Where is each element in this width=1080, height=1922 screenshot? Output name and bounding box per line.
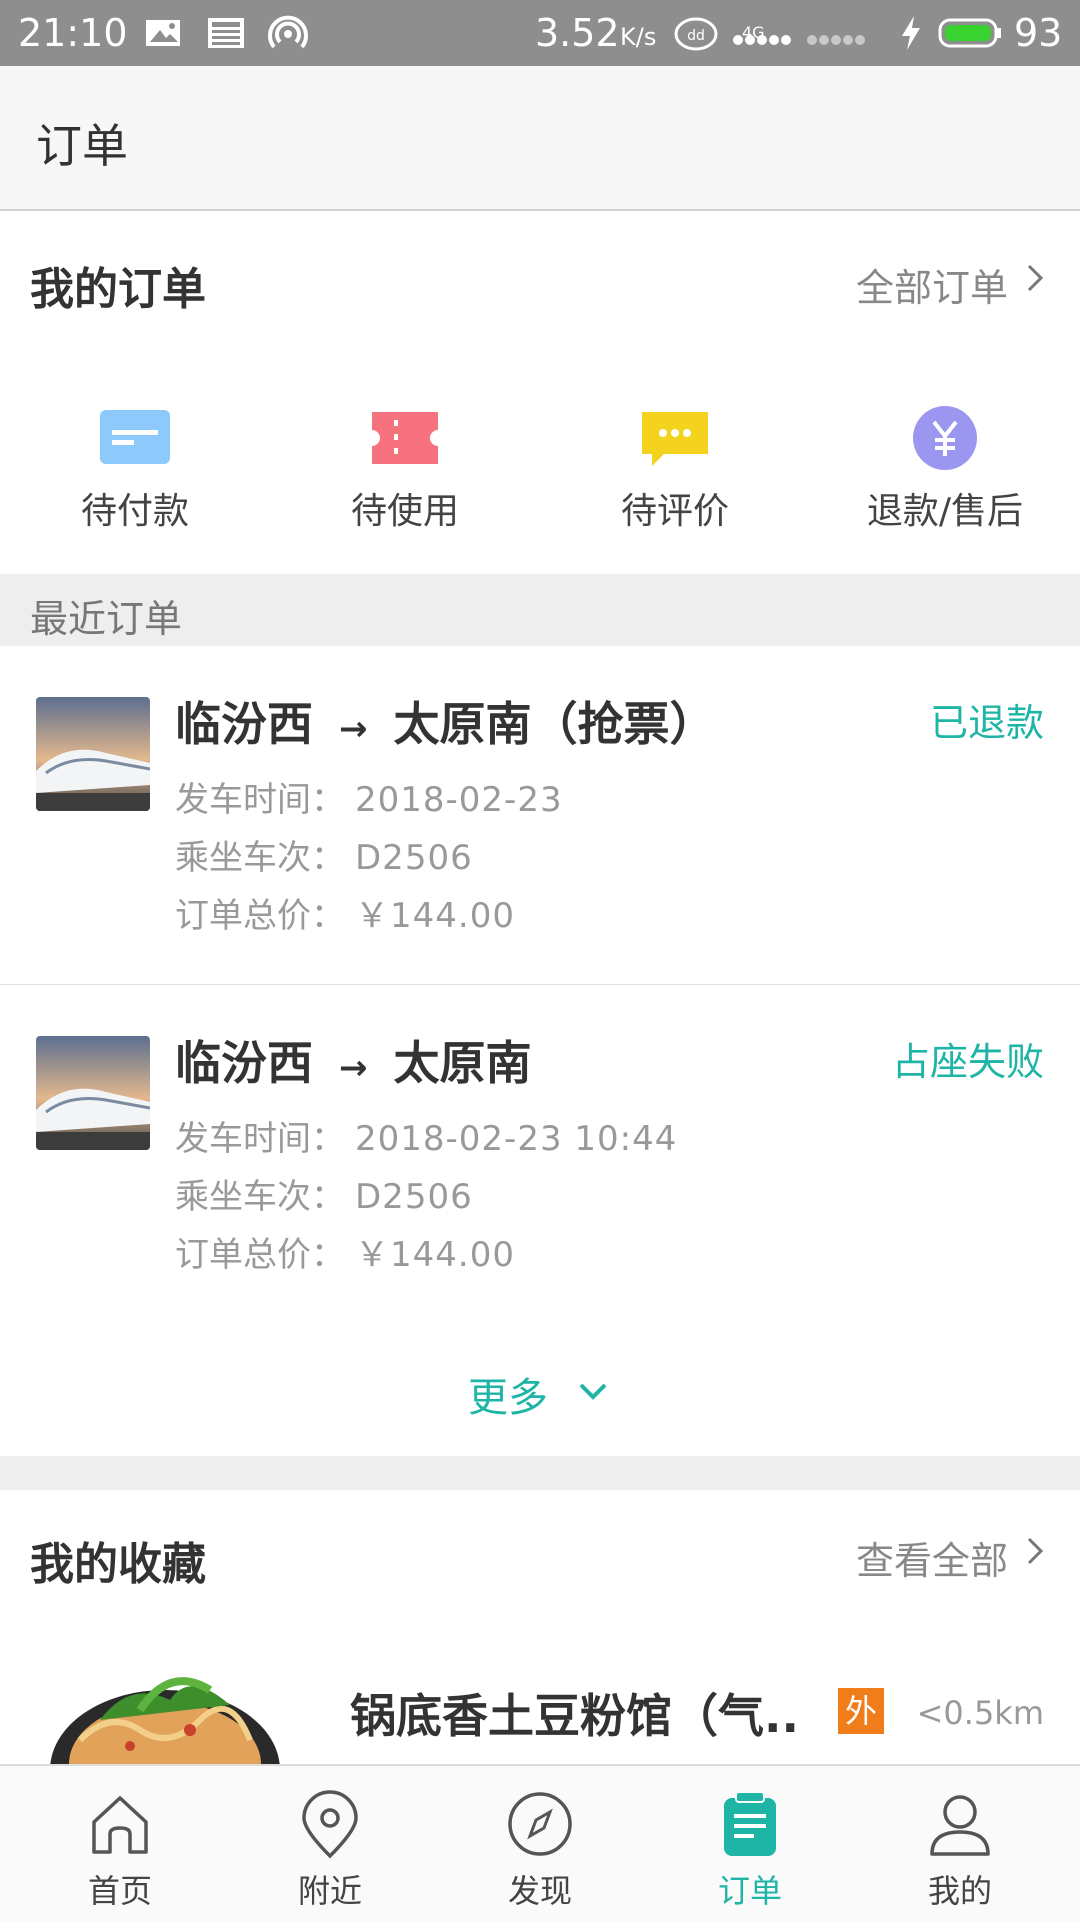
order-price-row: 订单总价： ￥144.00 [175,888,515,937]
net-speed-unit: K/s [620,23,657,51]
order-price-label: 订单总价： [175,1235,345,1275]
all-orders-link[interactable]: 全部订单 [856,257,1008,312]
order-price-label: 订单总价： [175,896,345,936]
order-status: 占座失败 [891,1040,1044,1084]
route-from: 临汾西 [175,697,313,751]
train-number-value: D2506 [355,1177,473,1217]
train-number-row: 乘坐车次： D2506 [175,1169,473,1218]
charging-icon [902,16,920,50]
route-to: 太原南 [393,1036,532,1090]
category-refund[interactable]: 退款/售后 [810,354,1080,574]
signal-icon [733,35,865,45]
page-title: 订单 [36,119,128,173]
tab-label: 我的 [927,1872,992,1910]
news-icon [208,18,244,48]
order-card[interactable]: 临汾西 → 太原南（抢票） 已退款 发车时间： 2018-02-23 乘坐车次： D… [0,646,1080,985]
route-to: 太原南（抢票） [393,697,716,751]
order-price-value: ￥144.00 [355,896,515,936]
order-icon [724,1791,776,1856]
favorites-title: 我的收藏 [30,1539,206,1590]
category-pending-payment[interactable]: 待付款 [0,354,270,574]
order-categories: 待付款 待使用 待评价 退款/售后 [0,354,1080,574]
train-thumbnail [36,697,150,811]
chat-icon [642,412,708,466]
tab-discover[interactable]: 发现 [432,1766,648,1922]
view-all-favorites-link[interactable]: 查看全部 [856,1530,1008,1585]
takeout-badge: 外 [838,1688,884,1734]
status-time: 21:10 [18,11,128,55]
tab-home[interactable]: 首页 [12,1766,228,1922]
net-speed: 3.52 [535,11,620,55]
tab-bar: 首页 附近 发现 订单 我的 [0,1764,1080,1922]
depart-time-value: 2018-02-23 [355,780,563,820]
category-label: 待评价 [620,491,729,532]
tab-label: 发现 [507,1872,572,1910]
route-arrow: → [339,709,368,749]
yen-icon [913,406,977,470]
data-badge-icon: dd [674,17,718,51]
category-label: 待使用 [350,491,459,532]
image-icon [146,20,180,46]
tab-nearby[interactable]: 附近 [222,1766,438,1922]
recent-orders-title: 最近订单 [30,597,183,641]
order-price-value: ￥144.00 [355,1235,515,1275]
order-route: 临汾西 → 太原南（抢票） [175,688,716,754]
svg-text:dd: dd [687,28,705,44]
status-bar: 21:10 3.52 K/s dd 4G 93 [0,0,1080,66]
battery-icon [938,18,1001,48]
battery-level: 93 [1014,11,1063,55]
category-to-review[interactable]: 待评价 [540,354,810,574]
depart-time-row: 发车时间： 2018-02-23 10:44 [175,1111,677,1160]
favorite-item[interactable]: 锅底香土豆粉馆（气.. 外 <0.5km [0,1624,1080,1764]
chevron-down-icon [579,1383,607,1400]
food-thumbnail [50,1677,280,1764]
favorites-header: 我的收藏 查看全部 [0,1490,1080,1625]
ticket-icon [372,412,438,464]
order-status: 已退款 [929,701,1044,745]
chevron-right-icon[interactable] [1020,263,1050,293]
hotspot-icon [268,15,308,49]
depart-time-value: 2018-02-23 10:44 [355,1119,678,1159]
order-route: 临汾西 → 太原南 [175,1027,532,1093]
tab-me[interactable]: 我的 [852,1766,1068,1922]
train-number-row: 乘坐车次： D2506 [175,830,473,879]
tab-label: 首页 [87,1872,152,1910]
location-icon [302,1790,358,1859]
chevron-right-icon[interactable] [1020,1536,1050,1566]
app-header: 订单 [0,66,1080,211]
train-number-value: D2506 [355,838,473,878]
route-from: 临汾西 [175,1036,313,1090]
more-label: 更多 [468,1375,548,1421]
favorite-name: 锅底香土豆粉馆（气.. [350,1689,799,1743]
depart-time-label: 发车时间： [175,1119,345,1159]
section-divider [0,1456,1080,1490]
depart-time-label: 发车时间： [175,780,345,820]
order-card[interactable]: 临汾西 → 太原南 占座失败 发车时间： 2018-02-23 10:44 乘坐车… [0,985,1080,1324]
train-thumbnail [36,1036,150,1150]
category-label: 退款/售后 [866,491,1024,532]
tab-label: 订单 [717,1872,782,1910]
recent-orders-header: 最近订单 [0,574,1080,646]
route-arrow: → [339,1048,368,1088]
category-to-use[interactable]: 待使用 [270,354,540,574]
compass-icon [508,1792,572,1856]
tab-orders[interactable]: 订单 [642,1766,858,1922]
card-icon [100,410,170,464]
order-price-row: 订单总价： ￥144.00 [175,1227,515,1276]
depart-time-row: 发车时间： 2018-02-23 [175,772,563,821]
my-orders-title: 我的订单 [30,264,206,315]
user-icon [930,1795,990,1856]
category-label: 待付款 [80,491,189,532]
tab-label: 附近 [297,1872,362,1910]
train-number-label: 乘坐车次： [175,838,345,878]
my-orders-header: 我的订单 全部订单 [0,211,1080,355]
more-button[interactable]: 更多 [0,1323,1080,1456]
home-icon [92,1796,148,1854]
train-number-label: 乘坐车次： [175,1177,345,1217]
favorite-distance: <0.5km [916,1694,1044,1732]
